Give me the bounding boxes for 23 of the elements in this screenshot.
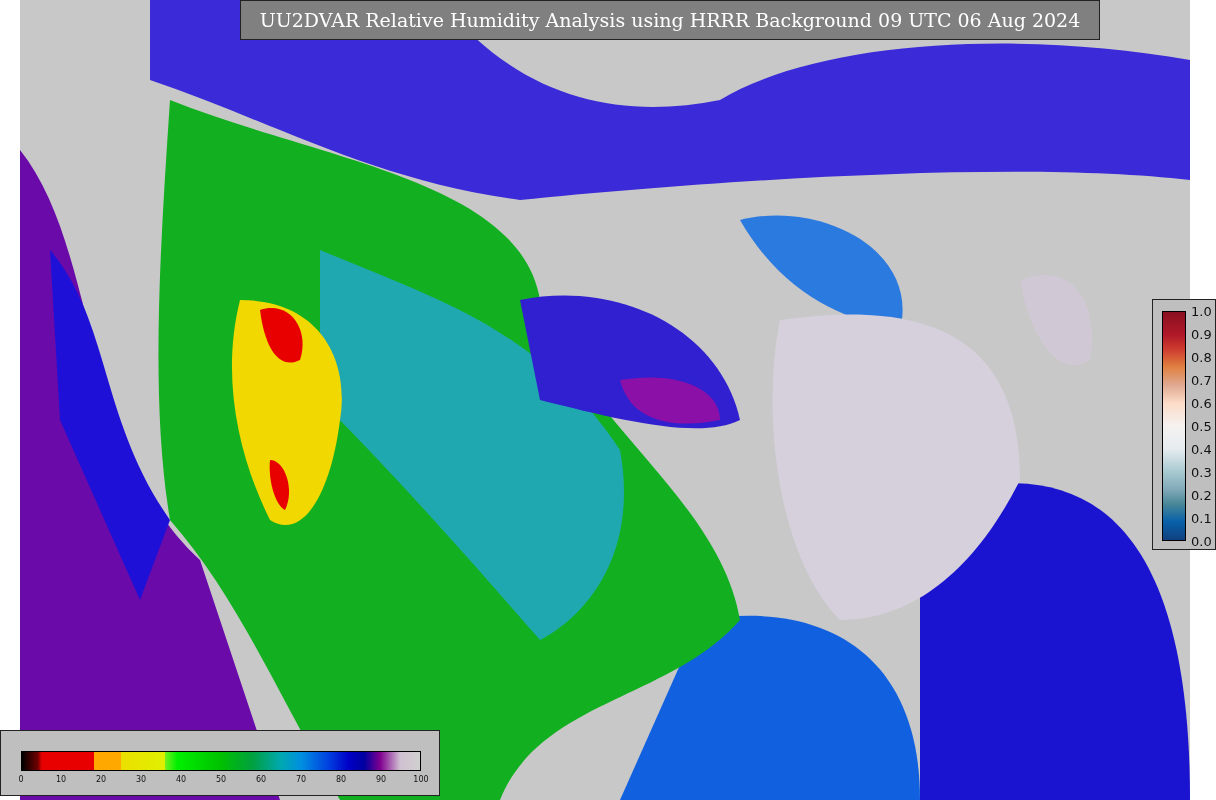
tick-label: 1.0 [1191, 303, 1212, 319]
tick-label: 0.2 [1191, 487, 1212, 503]
tick-label: 90 [375, 775, 387, 784]
tick-label: 50 [215, 775, 227, 784]
tick-label: 0.7 [1191, 372, 1212, 388]
tick-label: 0.0 [1191, 533, 1212, 549]
tick-label: 0.9 [1191, 326, 1212, 342]
map-title: UU2DVAR Relative Humidity Analysis using HRRR Background 09 UTC 06 Aug 2024 [240, 0, 1100, 40]
tick-label: 0.6 [1191, 395, 1212, 411]
tick-label: 60 [255, 775, 267, 784]
tick-label: 100 [413, 775, 429, 784]
tick-label: 0.8 [1191, 349, 1212, 365]
tick-label: 20 [95, 775, 107, 784]
tick-label: 80 [335, 775, 347, 784]
tick-label: 30 [135, 775, 147, 784]
tick-label: 0.5 [1191, 418, 1212, 434]
tick-label: 0.1 [1191, 510, 1212, 526]
tick-label: 0.3 [1191, 464, 1212, 480]
tick-label: 70 [295, 775, 307, 784]
tick-label: 40 [175, 775, 187, 784]
tick-label: 0.4 [1191, 441, 1212, 457]
tick-label: 10 [55, 775, 67, 784]
tick-label: 0 [18, 775, 24, 784]
